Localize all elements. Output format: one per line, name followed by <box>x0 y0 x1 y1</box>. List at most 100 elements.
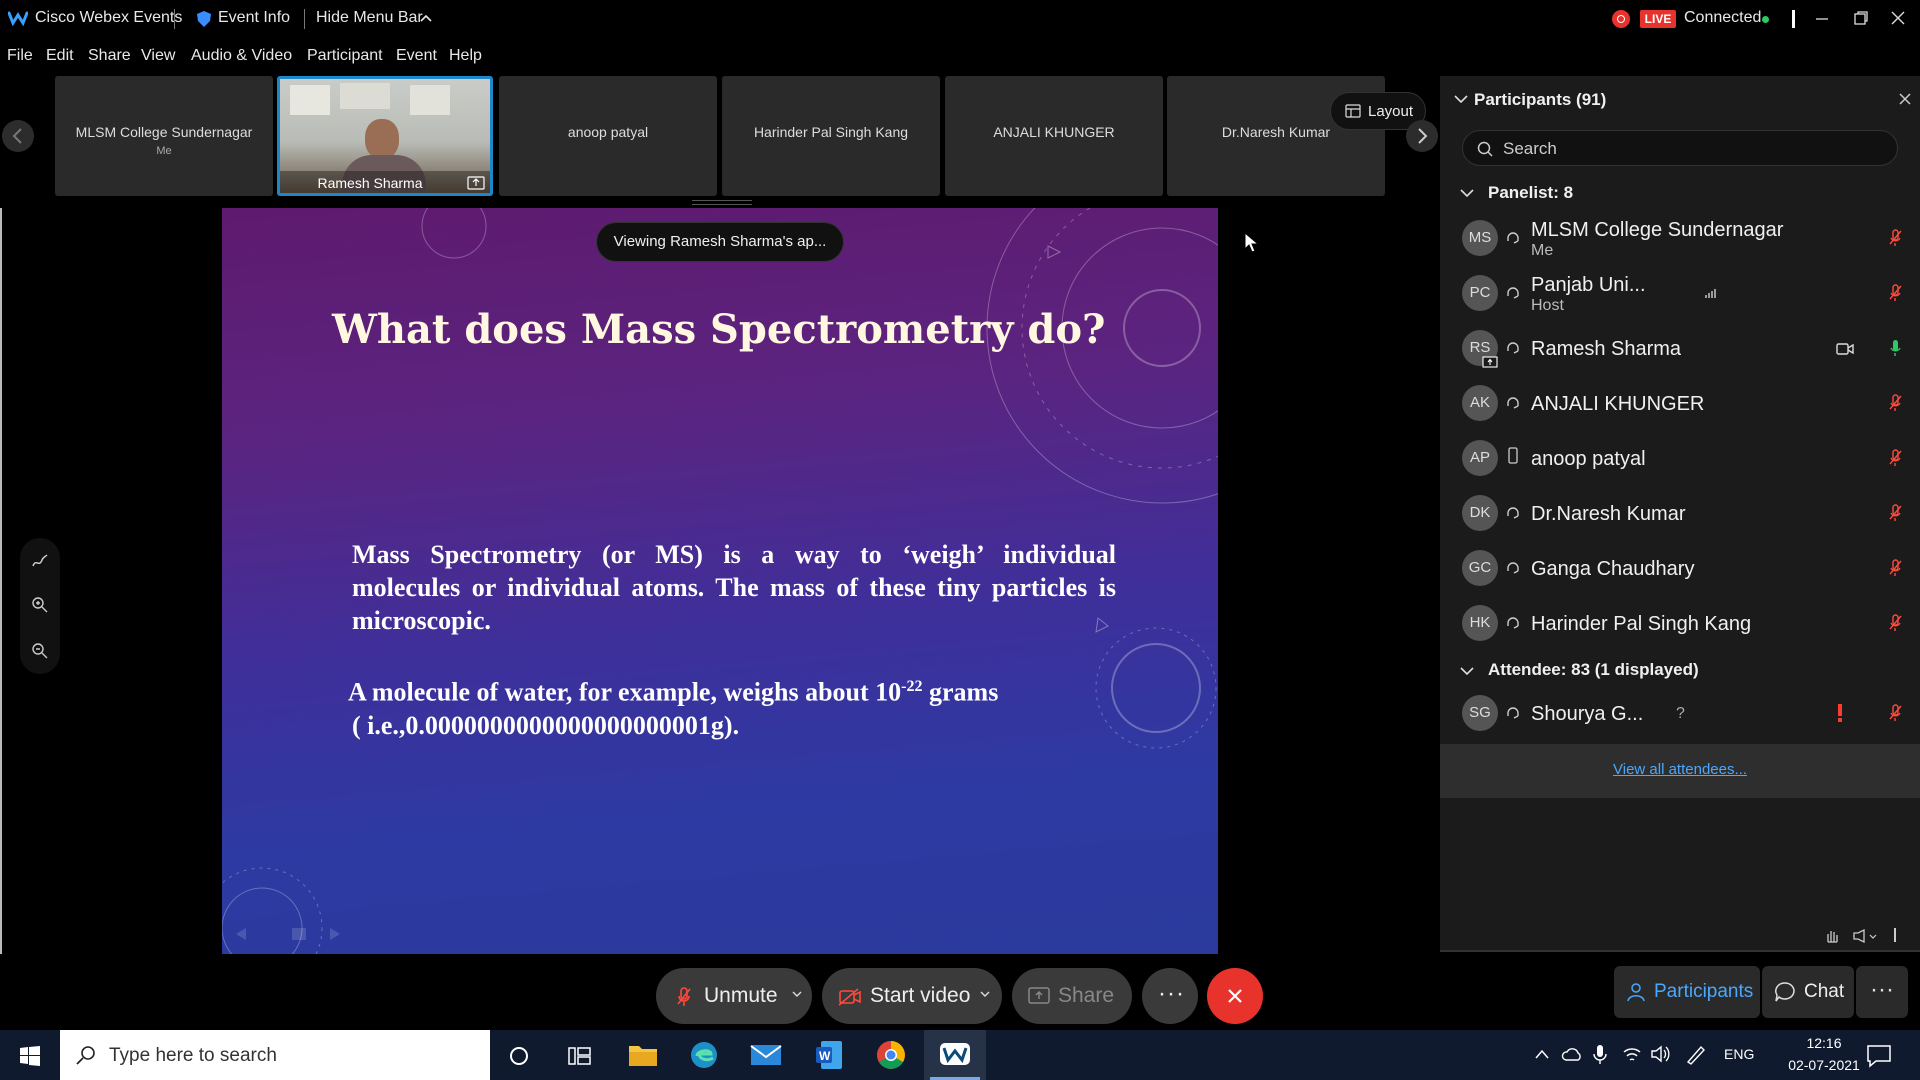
layout-icon <box>1345 104 1361 118</box>
share-screen-icon <box>467 176 485 190</box>
clock-date[interactable]: 02-07-2021 <box>1784 1057 1864 1073</box>
participant-name: anoop patyal <box>1531 448 1646 470</box>
announce-icon[interactable] <box>1852 928 1878 944</box>
svg-text:W: W <box>819 1049 831 1063</box>
webex-taskbar-button[interactable] <box>924 1030 986 1080</box>
unmute-button[interactable]: Unmute <box>656 968 812 1024</box>
connection-status: Connected <box>1684 9 1762 26</box>
chat-tab[interactable]: Chat <box>1762 966 1854 1018</box>
view-all-attendees-link[interactable]: View all attendees... <box>1440 761 1920 778</box>
clock-time[interactable]: 12:16 <box>1784 1035 1864 1051</box>
pen-workspace-icon[interactable] <box>1685 1044 1707 1066</box>
leave-button[interactable] <box>1207 968 1263 1024</box>
edge-browser-icon[interactable] <box>689 1040 719 1070</box>
filmstrip-prev-button[interactable] <box>2 120 34 152</box>
chevron-down-icon[interactable] <box>980 990 990 998</box>
title-bar: Cisco Webex Events Event Info Hide Menu … <box>0 0 1920 38</box>
chevron-down-icon[interactable] <box>1460 188 1474 198</box>
pen-icon[interactable] <box>31 552 49 570</box>
participant-row[interactable]: PC Panjab Uni... Host <box>1440 267 1920 322</box>
volume-icon[interactable] <box>1650 1044 1670 1064</box>
chevron-up-icon[interactable] <box>1534 1048 1550 1060</box>
video-tile[interactable]: Harinder Pal Singh Kang <box>722 76 940 196</box>
muted-mic-icon[interactable] <box>1888 228 1902 248</box>
muted-mic-icon[interactable] <box>1888 393 1902 413</box>
mic-on-icon[interactable] <box>1888 338 1902 358</box>
more-options-button[interactable]: ··· <box>1142 968 1198 1024</box>
resize-handle[interactable] <box>692 200 752 205</box>
chevron-down-icon[interactable] <box>1454 94 1468 104</box>
microphone-icon[interactable] <box>1593 1044 1607 1066</box>
menu-participant[interactable]: Participant <box>307 47 383 65</box>
mail-icon[interactable] <box>750 1043 782 1067</box>
muted-mic-icon[interactable] <box>1888 613 1902 633</box>
muted-mic-icon[interactable] <box>1888 448 1902 468</box>
windows-start-icon[interactable] <box>20 1046 40 1066</box>
chevron-down-icon[interactable] <box>1460 666 1474 676</box>
participant-row[interactable]: DK Dr.Naresh Kumar <box>1440 487 1920 542</box>
minimize-icon[interactable] <box>1814 12 1830 26</box>
menu-help[interactable]: Help <box>449 47 482 65</box>
video-tile[interactable]: ANJALI KHUNGER <box>945 76 1163 196</box>
person-icon <box>1627 983 1645 1002</box>
notification-icon[interactable] <box>1866 1044 1892 1068</box>
zoom-out-icon[interactable] <box>31 642 49 660</box>
headset-icon <box>1507 342 1519 354</box>
cortana-icon[interactable] <box>508 1045 530 1067</box>
taskbar-search-input[interactable]: Type here to search <box>60 1030 490 1080</box>
chevron-up-icon[interactable] <box>420 13 432 23</box>
menu-event[interactable]: Event <box>396 47 437 65</box>
menu-audio-video[interactable]: Audio & Video <box>191 47 292 65</box>
muted-mic-icon[interactable] <box>1888 503 1902 523</box>
menu-share[interactable]: Share <box>88 47 131 65</box>
participants-tab[interactable]: Participants <box>1614 966 1760 1018</box>
video-tile[interactable]: anoop patyal <box>499 76 717 196</box>
language-indicator[interactable]: ENG <box>1724 1046 1754 1062</box>
share-button[interactable]: Share <box>1012 968 1132 1024</box>
attendee-section-header[interactable]: Attendee: 83 (1 displayed) <box>1488 660 1699 680</box>
onedrive-icon[interactable] <box>1561 1046 1583 1062</box>
muted-mic-icon[interactable] <box>1888 703 1902 723</box>
network-icon[interactable] <box>1622 1044 1642 1064</box>
search-input[interactable]: Search <box>1462 130 1898 166</box>
menu-edit[interactable]: Edit <box>46 47 74 65</box>
panel-more-button[interactable]: ··· <box>1856 966 1908 1018</box>
search-icon <box>1477 141 1493 157</box>
close-window-icon[interactable] <box>1890 10 1906 26</box>
muted-mic-icon[interactable] <box>1888 558 1902 578</box>
paragraph-line: ( i.e.,0.0000000000000000000001g). <box>352 710 740 740</box>
close-icon[interactable] <box>1898 92 1912 106</box>
raise-hand-icon[interactable] <box>1824 928 1840 944</box>
video-tile-active[interactable]: Ramesh Sharma <box>277 76 493 196</box>
restore-icon[interactable] <box>1853 10 1869 26</box>
participant-row[interactable]: AK ANJALI KHUNGER <box>1440 377 1920 432</box>
search-icon <box>76 1046 95 1065</box>
chevron-down-icon[interactable] <box>792 990 802 998</box>
event-info-button[interactable]: Event Info <box>218 9 290 27</box>
participant-row[interactable]: HK Harinder Pal Singh Kang <box>1440 597 1920 652</box>
participant-row[interactable]: SG Shourya G... ? <box>1440 687 1920 742</box>
more-icon[interactable] <box>1894 928 1896 942</box>
word-icon[interactable]: W <box>815 1040 843 1070</box>
hide-menu-bar-button[interactable]: Hide Menu Bar <box>316 9 423 27</box>
windows-taskbar: Type here to search W ENG 12:16 02-07-20… <box>0 1030 1920 1080</box>
task-view-icon[interactable] <box>568 1045 592 1067</box>
panelist-section-header[interactable]: Panelist: 8 <box>1488 183 1573 203</box>
menu-view[interactable]: View <box>141 47 175 65</box>
video-tile[interactable]: MLSM College Sundernagar Me <box>55 76 273 196</box>
chevron-right-icon <box>1418 128 1428 144</box>
participant-name: Dr.Naresh Kumar <box>1531 503 1686 525</box>
chrome-icon[interactable] <box>876 1040 906 1070</box>
participant-row[interactable]: GC Ganga Chaudhary <box>1440 542 1920 597</box>
participant-row[interactable]: MS MLSM College Sundernagar Me <box>1440 212 1920 267</box>
zoom-in-icon[interactable] <box>31 596 49 614</box>
filmstrip-next-button[interactable] <box>1406 120 1438 152</box>
muted-mic-icon[interactable] <box>1888 283 1902 303</box>
participants-panel: Participants (91) Search Panelist: 8 MS … <box>1440 76 1920 952</box>
participant-row[interactable]: AP anoop patyal <box>1440 432 1920 487</box>
participant-row[interactable]: RS Ramesh Sharma <box>1440 322 1920 377</box>
start-video-button[interactable]: Start video <box>822 968 1002 1024</box>
menu-file[interactable]: File <box>7 47 33 65</box>
file-explorer-icon[interactable] <box>628 1042 658 1068</box>
webex-icon <box>940 1043 970 1065</box>
